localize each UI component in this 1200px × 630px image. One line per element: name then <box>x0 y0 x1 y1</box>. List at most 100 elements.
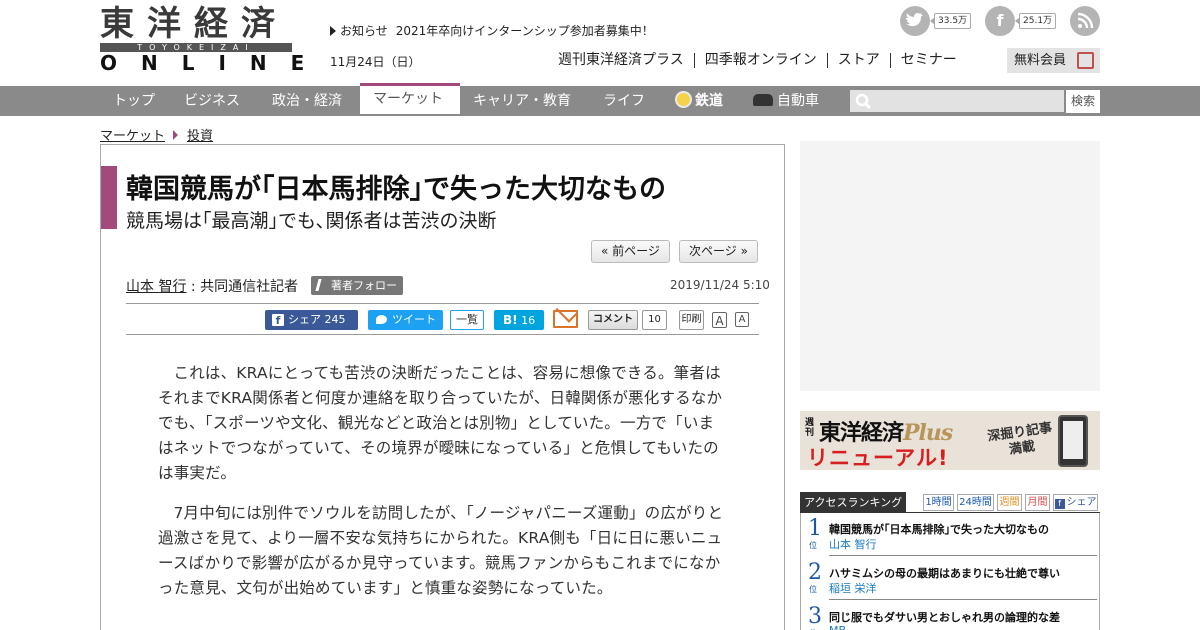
main-nav: トップ ビジネス 政治・経済 マーケット キャリア・教育 ライフ 鉄道 自動車 <box>0 83 1200 116</box>
facebook-share-count: 245 <box>324 313 346 326</box>
nav-politics-economy[interactable]: 政治・経済 <box>259 86 355 116</box>
rank-title[interactable]: ハサミムシの母の最期はあまりにも壮絶で尊い <box>829 565 1060 581</box>
rank-number: 3 <box>808 604 822 629</box>
nav-life[interactable]: ライフ <box>590 86 658 116</box>
facebook-share-button[interactable]: f シェア 245 <box>265 310 358 330</box>
nav-business[interactable]: ビジネス <box>171 86 253 116</box>
banner-weekly: 週刊 <box>805 418 815 438</box>
rank-number: 2 <box>808 560 822 585</box>
comment-button[interactable]: コメント <box>588 310 638 330</box>
ranking-item[interactable]: 3 位 同じ服でもダサい男とおしゃれ男の論理的な差 MB <box>801 601 1099 630</box>
current-date: 11月24日（日） <box>330 55 421 69</box>
follow-author-button[interactable]: 著者フォロー <box>311 276 403 295</box>
twitter-icon <box>900 6 930 36</box>
search-icon <box>855 93 872 110</box>
link-seminar[interactable]: セミナー <box>889 53 967 68</box>
nav-automobile[interactable]: 自動車 <box>740 86 832 116</box>
author-affiliation: : 共同通信社記者 <box>186 279 299 295</box>
breadcrumb-market[interactable]: マーケット <box>100 129 165 144</box>
mail-icon[interactable] <box>553 310 578 328</box>
banner-renewal: リニューアル! <box>807 446 949 470</box>
breadcrumb-investment[interactable]: 投資 <box>187 129 213 144</box>
rank-author[interactable]: 稲垣 栄洋 <box>829 580 877 596</box>
rank-title[interactable]: 同じ服でもダサい男とおしゃれ男の論理的な差 <box>829 609 1060 625</box>
rank-suffix: 位 <box>809 541 817 550</box>
twitter-count: 33.5万 <box>929 13 972 29</box>
rank-number: 1 <box>808 516 822 541</box>
search-button[interactable]: 検索 <box>1066 90 1100 113</box>
divider <box>829 555 1097 556</box>
facebook-icon: f <box>272 314 284 327</box>
ranking-tab-share-label: シェア <box>1066 497 1097 508</box>
next-page-button[interactable]: 次ページ » <box>679 240 758 263</box>
nav-top[interactable]: トップ <box>100 86 168 116</box>
article: 韓国競馬が｢日本馬排除｣で失った大切なもの 競馬場は｢最高潮｣でも､関係者は苦渋… <box>100 144 785 630</box>
smartphone-icon <box>1058 415 1088 467</box>
print-button[interactable]: 印刷 <box>679 310 704 330</box>
hatena-icon: B! <box>503 313 518 327</box>
rank-author[interactable]: MB <box>829 624 846 630</box>
top-links: 週刊東洋経済プラス 四季報オンライン ストア セミナー <box>558 52 967 68</box>
breadcrumb: マーケット 投資 <box>100 125 213 144</box>
divider <box>829 599 1097 600</box>
author-name[interactable]: 山本 智行 <box>126 279 186 295</box>
title-accent-bar <box>101 166 117 229</box>
font-small-button[interactable]: A <box>735 312 749 327</box>
ranking-tab-share[interactable]: f シェア <box>1053 494 1098 511</box>
logo-kanji: 東洋経済 <box>100 4 288 44</box>
tweet-list-link[interactable]: 一覧 <box>450 310 484 330</box>
ranking-item[interactable]: 1 位 韓国競馬が｢日本馬排除｣で失った大切なもの 山本 智行 <box>801 513 1099 557</box>
ranking-tab-week[interactable]: 週間 <box>997 494 1022 511</box>
ad-slot[interactable] <box>800 141 1100 391</box>
divider <box>126 334 759 335</box>
hatena-count: 16 <box>521 314 536 327</box>
article-paragraph: 7月中旬には別件でソウルを訪問したが、「ノージャパニーズ運動」の広がりと過激さを… <box>158 504 724 597</box>
link-weekly-plus[interactable]: 週刊東洋経済プラス <box>558 53 694 68</box>
nav-railway[interactable]: 鉄道 <box>662 86 736 116</box>
article-subtitle: 競馬場は｢最高潮｣でも､関係者は苦渋の決断 <box>126 210 497 232</box>
hatena-bookmark-button[interactable]: B! 16 <box>494 310 544 330</box>
rank-title[interactable]: 韓国競馬が｢日本馬排除｣で失った大切なもの <box>829 521 1049 537</box>
rank-suffix: 位 <box>809 585 817 594</box>
rank-author[interactable]: 山本 智行 <box>829 536 877 552</box>
font-large-button[interactable]: A <box>712 312 727 328</box>
breadcrumb-arrow-icon <box>173 130 179 140</box>
tweet-button[interactable]: ツイート <box>368 310 443 330</box>
nav-automobile-label: 自動車 <box>777 93 819 109</box>
train-icon <box>675 91 692 108</box>
search-input[interactable] <box>850 90 1064 112</box>
banner-feature: 深掘り記事満載 <box>986 420 1054 458</box>
link-store[interactable]: ストア <box>826 53 890 68</box>
logo-online: ONLINE <box>100 51 329 75</box>
free-member-button[interactable]: 無料会員 <box>1007 48 1100 73</box>
gift-icon <box>1077 52 1094 69</box>
ranking-tab-1h[interactable]: 1時間 <box>923 494 954 511</box>
site-logo[interactable]: 東洋経済 TOYOKEIZAI ONLINE <box>100 4 304 74</box>
ranking-tab-24h[interactable]: 24時間 <box>957 494 994 511</box>
twitter-icon <box>376 315 387 324</box>
prev-page-button[interactable]: « 前ページ <box>591 240 670 263</box>
notice-link[interactable]: お知らせ 2021年卒向けインターンシップ参加者募集中！ <box>330 22 654 39</box>
author-line: 山本 智行 : 共同通信社記者 <box>126 276 298 296</box>
ranking-tabs: アクセスランキング 1時間 24時間 週間 月間 f シェア <box>800 492 1100 513</box>
follow-author-label: 著者フォロー <box>331 279 397 292</box>
nav-career-education[interactable]: キャリア・教育 <box>460 86 584 116</box>
article-timestamp: 2019/11/24 5:10 <box>670 278 770 292</box>
article-body: これは、KRAにとっても苦渋の決断だったことは、容易に想像できる。筆者はそれまで… <box>158 361 726 616</box>
facebook-count: 25.1万 <box>1014 13 1057 29</box>
weekly-plus-banner[interactable]: 週刊 東洋経済Plus リニューアル! 深掘り記事満載 <box>800 411 1100 470</box>
free-member-label: 無料会員 <box>1014 53 1067 68</box>
ranking-list: 1 位 韓国競馬が｢日本馬排除｣で失った大切なもの 山本 智行 2 位 ハサミム… <box>800 513 1100 630</box>
ranking-heading: アクセスランキング <box>800 492 906 513</box>
article-paragraph: これは、KRAにとっても苦渋の決断だったことは、容易に想像できる。筆者はそれまで… <box>158 364 723 482</box>
nav-market[interactable]: マーケット <box>360 83 460 114</box>
nav-railway-label: 鉄道 <box>695 93 723 109</box>
pen-icon <box>315 279 327 291</box>
link-shikiho[interactable]: 四季報オンライン <box>693 53 827 68</box>
tweet-label: ツイート <box>392 313 436 326</box>
article-title: 韓国競馬が｢日本馬排除｣で失った大切なもの <box>126 174 666 205</box>
notice-text: 2021年卒向けインターンシップ参加者募集中！ <box>395 24 654 38</box>
ranking-item[interactable]: 2 位 ハサミムシの母の最期はあまりにも壮絶で尊い 稲垣 栄洋 <box>801 557 1099 601</box>
facebook-icon: f <box>1054 499 1065 509</box>
ranking-tab-month[interactable]: 月間 <box>1025 494 1050 511</box>
